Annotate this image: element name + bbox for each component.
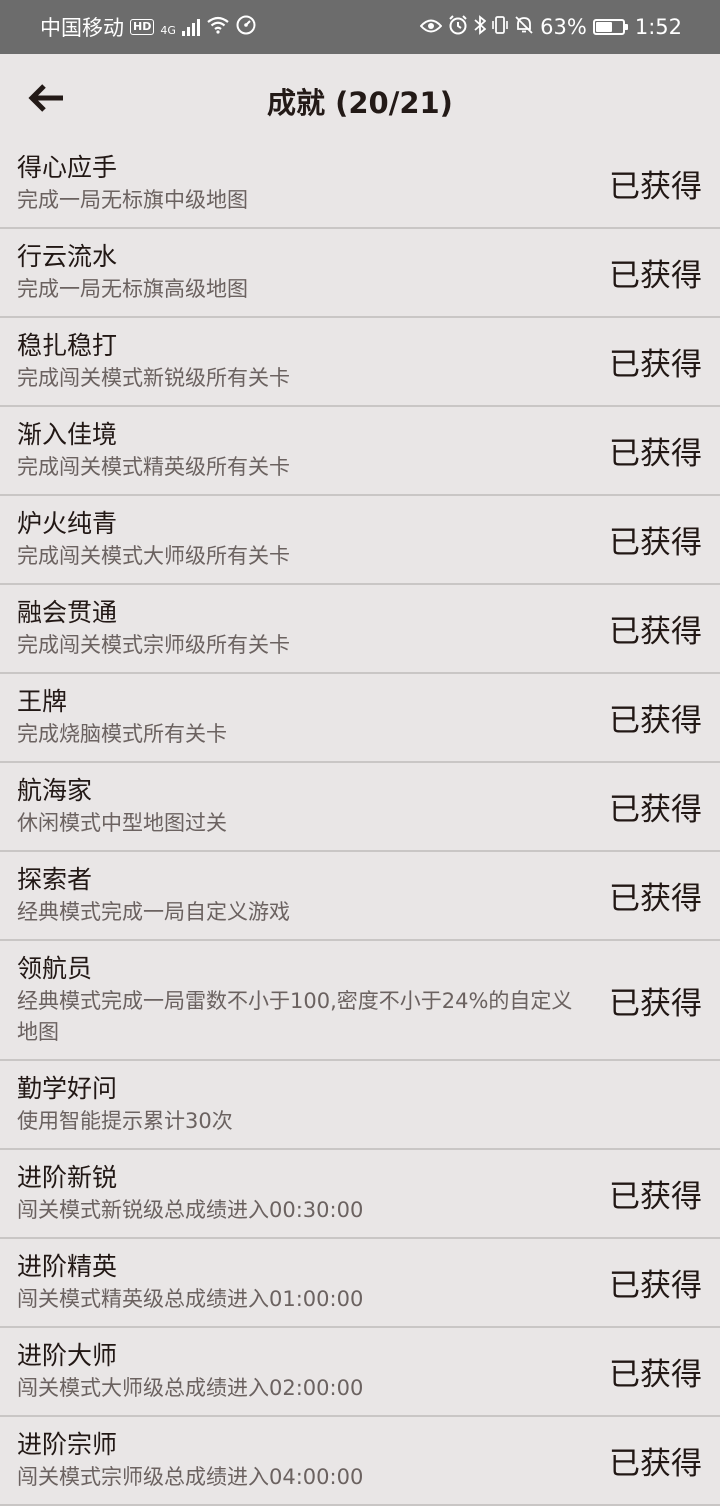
achievement-item[interactable]: 勤学好问 使用智能提示累计30次 xyxy=(0,1061,720,1150)
achievement-desc: 完成闯关模式大师级所有关卡 xyxy=(17,544,290,568)
status-bar-left: 中国移动 HD 4G xyxy=(40,12,256,42)
wifi-icon xyxy=(206,15,230,39)
achievement-desc: 完成闯关模式精英级所有关卡 xyxy=(17,455,290,479)
achievement-text: 探索者 经典模式完成一局自定义游戏 xyxy=(17,863,608,928)
mute-icon xyxy=(514,15,534,40)
achievement-text: 进阶宗师 闯关模式宗师级总成绩进入04:00:00 xyxy=(17,1428,608,1493)
achievement-item[interactable]: 炉火纯青 完成闯关模式大师级所有关卡 已获得 xyxy=(0,496,720,585)
arrow-left-icon xyxy=(28,84,63,112)
achievement-status: 已获得 xyxy=(609,1357,702,1393)
achievement-desc: 完成烧脑模式所有关卡 xyxy=(17,722,227,746)
carrier-name: 中国移动 xyxy=(40,16,124,40)
achievement-desc: 闯关模式精英级总成绩进入01:00:00 xyxy=(17,1287,364,1311)
battery-fill xyxy=(595,22,613,32)
achievement-title: 渐入佳境 xyxy=(17,420,118,449)
achievement-title: 探索者 xyxy=(17,865,93,894)
achievement-text: 行云流水 完成一局无标旗高级地图 xyxy=(17,240,608,305)
speed-icon xyxy=(236,15,256,40)
achievement-title: 进阶大师 xyxy=(17,1341,118,1370)
achievement-status: 已获得 xyxy=(609,525,702,561)
achievement-item[interactable]: 行云流水 完成一局无标旗高级地图 已获得 xyxy=(0,229,720,318)
achievement-title: 得心应手 xyxy=(17,153,118,182)
achievement-title: 领航员 xyxy=(17,954,93,983)
status-bar: 中国移动 HD 4G 63% 1:52 xyxy=(0,0,720,54)
achievement-item[interactable]: 探索者 经典模式完成一局自定义游戏 已获得 xyxy=(0,852,720,941)
achievement-status: 已获得 xyxy=(609,1268,702,1304)
battery-percent: 63% xyxy=(540,15,587,39)
achievement-desc: 闯关模式大师级总成绩进入02:00:00 xyxy=(17,1376,364,1400)
achievement-list: 得心应手 完成一局无标旗中级地图 已获得 行云流水 完成一局无标旗高级地图 已获… xyxy=(0,140,720,1506)
clock: 1:52 xyxy=(634,15,682,39)
achievement-item[interactable]: 进阶大师 闯关模式大师级总成绩进入02:00:00 已获得 xyxy=(0,1328,720,1417)
status-bar-right: 63% 1:52 xyxy=(419,14,682,40)
achievement-status: 已获得 xyxy=(609,347,702,383)
achievement-status: 已获得 xyxy=(609,1179,702,1215)
achievement-desc: 完成一局无标旗高级地图 xyxy=(17,277,248,301)
achievement-title: 勤学好问 xyxy=(17,1074,118,1103)
achievement-text: 渐入佳境 完成闯关模式精英级所有关卡 xyxy=(17,418,608,483)
achievement-status: 已获得 xyxy=(609,169,702,205)
achievement-desc: 休闲模式中型地图过关 xyxy=(17,811,227,835)
achievement-status: 已获得 xyxy=(609,881,702,917)
achievement-item[interactable]: 航海家 休闲模式中型地图过关 已获得 xyxy=(0,763,720,852)
achievement-text: 进阶精英 闯关模式精英级总成绩进入01:00:00 xyxy=(17,1250,608,1315)
achievement-title: 航海家 xyxy=(17,776,93,805)
signal-icon xyxy=(181,18,200,36)
alarm-icon xyxy=(448,14,468,40)
achievement-status: 已获得 xyxy=(609,703,702,739)
achievement-desc: 经典模式完成一局自定义游戏 xyxy=(17,900,290,924)
achievement-title: 融会贯通 xyxy=(17,598,118,627)
network-type: 4G xyxy=(160,24,176,37)
back-button[interactable] xyxy=(24,76,68,120)
achievement-desc: 经典模式完成一局雷数不小于100,密度不小于24%的自定义地图 xyxy=(17,989,573,1044)
page-title: 成就 (20/21) xyxy=(267,86,453,120)
achievement-text: 进阶新锐 闯关模式新锐级总成绩进入00:30:00 xyxy=(17,1161,608,1226)
achievement-text: 进阶大师 闯关模式大师级总成绩进入02:00:00 xyxy=(17,1339,608,1404)
achievement-text: 王牌 完成烧脑模式所有关卡 xyxy=(17,685,608,750)
vibrate-icon xyxy=(492,15,508,40)
achievement-text: 得心应手 完成一局无标旗中级地图 xyxy=(17,151,608,216)
achievement-status: 已获得 xyxy=(609,614,702,650)
achievement-desc: 使用智能提示累计30次 xyxy=(17,1109,233,1133)
achievement-item[interactable]: 融会贯通 完成闯关模式宗师级所有关卡 已获得 xyxy=(0,585,720,674)
achievement-text: 稳扎稳打 完成闯关模式新锐级所有关卡 xyxy=(17,329,608,394)
achievement-item[interactable]: 进阶宗师 闯关模式宗师级总成绩进入04:00:00 已获得 xyxy=(0,1417,720,1506)
achievement-desc: 完成闯关模式新锐级所有关卡 xyxy=(17,366,290,390)
app-bar: 成就 (20/21) xyxy=(0,54,720,140)
achievement-title: 进阶宗师 xyxy=(17,1430,118,1459)
achievement-status: 已获得 xyxy=(609,792,702,828)
achievement-title: 进阶精英 xyxy=(17,1252,118,1281)
achievement-status: 已获得 xyxy=(609,436,702,472)
achievement-text: 炉火纯青 完成闯关模式大师级所有关卡 xyxy=(17,507,608,572)
achievement-item[interactable]: 渐入佳境 完成闯关模式精英级所有关卡 已获得 xyxy=(0,407,720,496)
achievement-status: 已获得 xyxy=(609,1446,702,1482)
hd-icon: HD xyxy=(130,19,155,35)
achievement-title: 行云流水 xyxy=(17,242,118,271)
achievement-text: 航海家 休闲模式中型地图过关 xyxy=(17,774,608,839)
achievement-status: 已获得 xyxy=(609,258,702,294)
achievement-item[interactable]: 进阶精英 闯关模式精英级总成绩进入01:00:00 已获得 xyxy=(0,1239,720,1328)
achievement-item[interactable]: 进阶新锐 闯关模式新锐级总成绩进入00:30:00 已获得 xyxy=(0,1150,720,1239)
achievement-item[interactable]: 领航员 经典模式完成一局雷数不小于100,密度不小于24%的自定义地图 已获得 xyxy=(0,941,720,1061)
achievement-desc: 完成一局无标旗中级地图 xyxy=(17,188,248,212)
battery-icon xyxy=(592,19,628,35)
achievement-status: 已获得 xyxy=(609,985,702,1022)
achievement-text: 融会贯通 完成闯关模式宗师级所有关卡 xyxy=(17,596,608,661)
achievement-title: 王牌 xyxy=(17,687,68,716)
achievement-desc: 闯关模式宗师级总成绩进入04:00:00 xyxy=(17,1465,364,1489)
achievement-desc: 完成闯关模式宗师级所有关卡 xyxy=(17,633,290,657)
achievement-desc: 闯关模式新锐级总成绩进入00:30:00 xyxy=(17,1198,364,1222)
eye-icon xyxy=(419,15,443,39)
achievement-text: 勤学好问 使用智能提示累计30次 xyxy=(17,1072,608,1137)
achievement-title: 进阶新锐 xyxy=(17,1163,118,1192)
achievement-text: 领航员 经典模式完成一局雷数不小于100,密度不小于24%的自定义地图 xyxy=(17,952,608,1048)
achievement-title: 炉火纯青 xyxy=(17,509,118,538)
achievement-item[interactable]: 王牌 完成烧脑模式所有关卡 已获得 xyxy=(0,674,720,763)
bluetooth-icon xyxy=(474,14,487,40)
achievement-item[interactable]: 得心应手 完成一局无标旗中级地图 已获得 xyxy=(0,140,720,229)
achievement-title: 稳扎稳打 xyxy=(17,331,118,360)
achievement-item[interactable]: 稳扎稳打 完成闯关模式新锐级所有关卡 已获得 xyxy=(0,318,720,407)
